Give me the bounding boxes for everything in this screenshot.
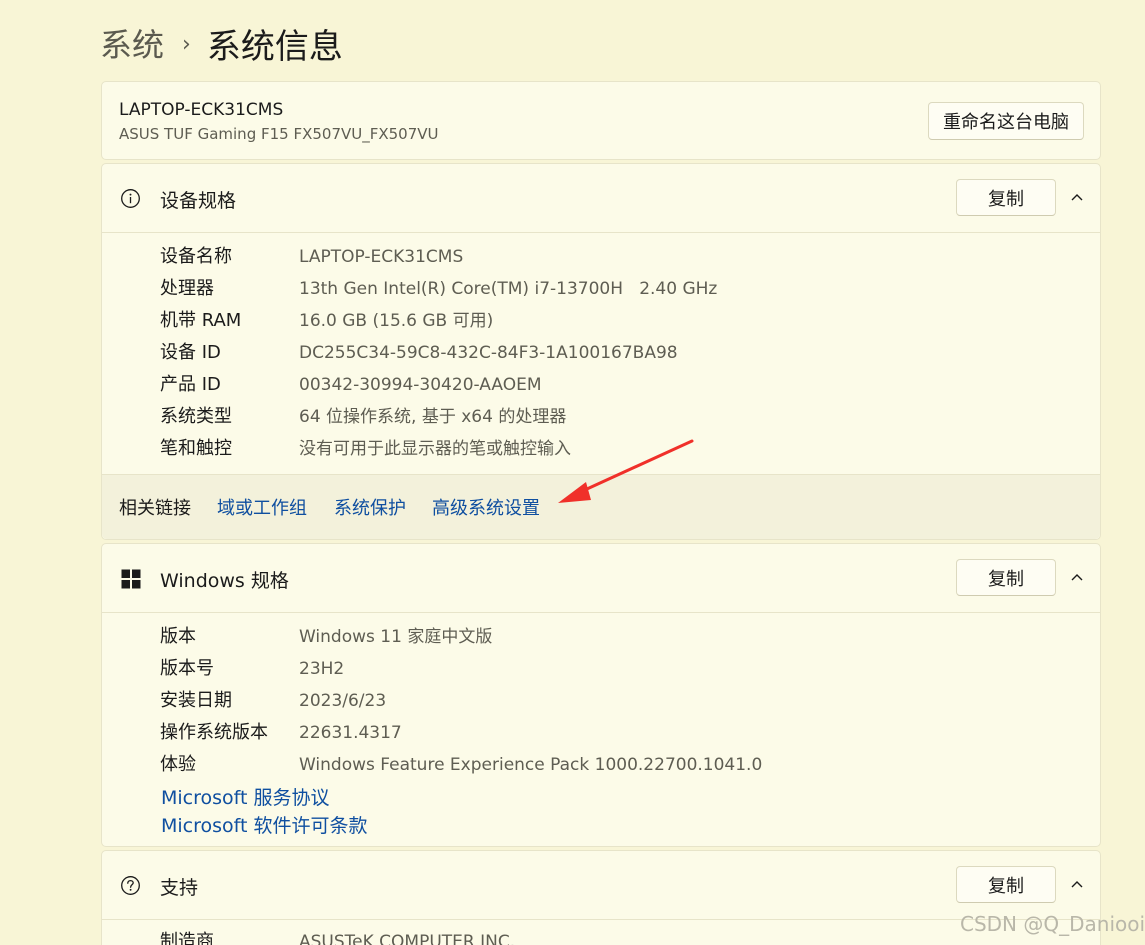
advanced-system-settings-link[interactable]: 高级系统设置	[432, 494, 540, 520]
spec-value[interactable]: 23H2	[299, 653, 344, 685]
device-name-card: LAPTOP-ECK31CMS ASUS TUF Gaming F15 FX50…	[101, 81, 1101, 160]
domain-workgroup-link[interactable]: 域或工作组	[217, 494, 307, 520]
help-icon	[120, 875, 141, 896]
breadcrumb-system[interactable]: 系统	[100, 20, 164, 66]
system-info-page: 系统 › 系统信息 LAPTOP-ECK31CMS ASUS TUF Gamin…	[0, 0, 1145, 945]
spec-label: 系统类型	[160, 406, 232, 427]
info-icon	[120, 188, 141, 209]
spec-value[interactable]: 16.0 GB (15.6 GB 可用)	[299, 305, 493, 337]
page-title: 系统信息	[206, 26, 343, 67]
spec-label: 笔和触控	[160, 438, 232, 459]
spec-label: 体验	[160, 754, 196, 775]
windows-specs-body: 版本 Windows 11 家庭中文版 版本号 23H2 安装日期 2023/6…	[102, 612, 1100, 846]
microsoft-services-agreement-link[interactable]: Microsoft 服务协议	[161, 783, 330, 810]
watermark: CSDN @Q_Daniooi	[960, 912, 1145, 936]
spec-label: 处理器	[160, 278, 214, 299]
windows-specs-header[interactable]: Windows 规格 复制	[102, 544, 1100, 612]
support-header[interactable]: 支持 复制	[102, 851, 1100, 919]
breadcrumb: 系统 › 系统信息	[100, 18, 343, 68]
spec-value[interactable]: 没有可用于此显示器的笔或触控输入	[299, 433, 571, 465]
device-model: ASUS TUF Gaming F15 FX507VU_FX507VU	[119, 125, 439, 143]
support-title: 支持	[160, 877, 199, 899]
spec-label: 操作系统版本	[160, 722, 268, 743]
copy-windows-specs-button[interactable]: 复制	[956, 559, 1056, 596]
support-body: 制造商 ASUSTeK COMPUTER INC.	[102, 919, 1100, 945]
device-specs-header[interactable]: 设备规格 复制	[102, 164, 1100, 232]
spec-label: 机带 RAM	[160, 310, 242, 331]
chevron-up-icon[interactable]	[1066, 566, 1088, 588]
spec-value[interactable]: 64 位操作系统, 基于 x64 的处理器	[299, 401, 566, 433]
windows-specs-title: Windows 规格	[160, 570, 289, 592]
spec-value[interactable]: Windows 11 家庭中文版	[299, 621, 492, 653]
spec-label: 产品 ID	[160, 374, 221, 395]
support-card: 支持 复制 制造商 ASUSTeK COMPUTER INC.	[101, 850, 1101, 945]
spec-value[interactable]: Windows Feature Experience Pack 1000.227…	[299, 749, 762, 781]
copy-device-specs-button[interactable]: 复制	[956, 179, 1056, 216]
spec-value[interactable]: 00342-30994-30420-AAOEM	[299, 369, 542, 401]
spec-value[interactable]: 13th Gen Intel(R) Core(TM) i7-13700H 2.4…	[299, 273, 717, 305]
spec-value[interactable]: ASUSTeK COMPUTER INC.	[299, 926, 515, 945]
spec-value[interactable]: 2023/6/23	[299, 685, 386, 717]
windows-logo-icon	[120, 568, 141, 589]
windows-specs-card: Windows 规格 复制 版本 Windows 11 家庭中文版 版本号 23…	[101, 543, 1101, 847]
annotation-arrow-icon	[558, 439, 694, 503]
microsoft-license-terms-link[interactable]: Microsoft 软件许可条款	[161, 811, 368, 838]
spec-label: 设备 ID	[160, 342, 221, 363]
chevron-up-icon[interactable]	[1066, 186, 1088, 208]
spec-value[interactable]: DC255C34-59C8-432C-84F3-1A100167BA98	[299, 337, 678, 369]
related-links-label: 相关链接	[119, 498, 191, 519]
chevron-up-icon[interactable]	[1066, 873, 1088, 895]
device-name: LAPTOP-ECK31CMS	[119, 100, 284, 120]
breadcrumb-separator: ›	[182, 31, 191, 57]
spec-label: 版本号	[160, 658, 214, 679]
spec-label: 设备名称	[160, 246, 232, 267]
spec-label: 安装日期	[160, 690, 232, 711]
spec-label: 制造商	[160, 931, 214, 945]
spec-label: 版本	[160, 626, 196, 647]
system-protection-link[interactable]: 系统保护	[334, 494, 406, 520]
rename-pc-button[interactable]: 重命名这台电脑	[928, 102, 1084, 140]
spec-value[interactable]: LAPTOP-ECK31CMS	[299, 241, 463, 273]
spec-value[interactable]: 22631.4317	[299, 717, 402, 749]
copy-support-button[interactable]: 复制	[956, 866, 1056, 903]
device-specs-title: 设备规格	[160, 190, 237, 212]
